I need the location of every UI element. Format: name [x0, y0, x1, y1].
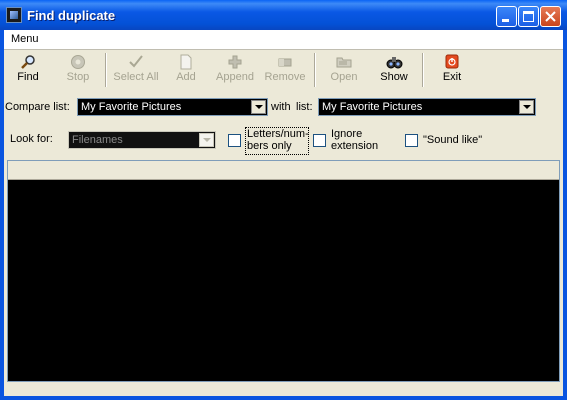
chevron-down-icon[interactable] — [519, 100, 534, 114]
letters-numbers-label[interactable]: Letters/num- bers only — [247, 128, 309, 152]
client-area: Menu Find Stop Select All Add Append Rem… — [4, 30, 563, 396]
exit-button[interactable]: Exit — [428, 52, 476, 88]
with-label: with — [271, 101, 291, 113]
open-label: Open — [330, 71, 358, 83]
show-label: Show — [380, 71, 408, 83]
eraser-icon — [278, 58, 292, 67]
magnifier-icon — [21, 55, 35, 69]
remove-button[interactable]: Remove — [261, 52, 309, 88]
letters-numbers-line2: bers only — [247, 140, 292, 152]
ignore-extension-line1: Ignore — [331, 128, 363, 140]
exit-label: Exit — [442, 71, 462, 83]
list-label: list: — [296, 101, 313, 113]
remove-label: Remove — [264, 71, 306, 83]
power-icon — [445, 54, 459, 69]
maximize-button[interactable] — [518, 6, 539, 27]
add-label: Add — [176, 71, 196, 83]
stop-button[interactable]: Stop — [54, 52, 102, 88]
with-list-value: My Favorite Pictures — [322, 101, 423, 113]
toolbar-separator — [422, 53, 424, 87]
ignore-extension-checkbox[interactable] — [313, 134, 326, 147]
look-for-value: Filenames — [72, 134, 123, 146]
find-button[interactable]: Find — [4, 52, 52, 88]
compare-list-label: Compare list: — [5, 101, 70, 113]
toolbar: Find Stop Select All Add Append Remove O… — [4, 50, 563, 90]
select-all-label: Select All — [113, 71, 159, 83]
results-header[interactable] — [8, 161, 559, 180]
sound-like-checkbox[interactable] — [405, 134, 418, 147]
menu-bar: Menu — [4, 30, 563, 50]
document-icon — [180, 54, 192, 70]
show-button[interactable]: Show — [370, 52, 418, 88]
chevron-down-icon[interactable] — [251, 100, 266, 114]
letters-numbers-checkbox[interactable] — [228, 134, 241, 147]
ignore-extension-label[interactable]: Ignore extension — [331, 128, 378, 152]
ignore-extension-line2: extension — [331, 140, 379, 152]
maximize-icon — [523, 11, 534, 22]
find-label: Find — [17, 71, 39, 83]
append-label: Append — [216, 71, 254, 83]
append-button[interactable]: Append — [211, 52, 259, 88]
open-button[interactable]: Open — [320, 52, 368, 88]
binoculars-icon — [386, 57, 403, 69]
chevron-down-icon[interactable] — [199, 133, 214, 147]
look-for-dropdown[interactable]: Filenames — [68, 131, 216, 149]
title-bar[interactable]: Find duplicate — [0, 0, 567, 30]
compare-list-dropdown[interactable]: My Favorite Pictures — [77, 98, 268, 116]
letters-numbers-line1: Letters/num- — [247, 128, 309, 140]
stop-icon — [71, 55, 85, 69]
minimize-button[interactable] — [496, 6, 517, 27]
toolbar-separator — [105, 53, 107, 87]
menu-item-menu[interactable]: Menu — [6, 31, 44, 47]
look-for-label: Look for: — [10, 133, 53, 145]
close-icon — [545, 11, 556, 22]
minimize-icon — [502, 19, 509, 22]
plus-icon — [228, 55, 242, 69]
stop-label: Stop — [66, 71, 90, 83]
app-window: Find duplicate Menu Find Stop Select All… — [0, 0, 567, 400]
select-all-button[interactable]: Select All — [109, 52, 163, 88]
window-title: Find duplicate — [27, 8, 116, 23]
results-list[interactable] — [7, 160, 560, 382]
with-list-dropdown[interactable]: My Favorite Pictures — [318, 98, 536, 116]
compare-list-value: My Favorite Pictures — [81, 101, 182, 113]
checkmark-icon — [129, 55, 143, 68]
close-button[interactable] — [540, 6, 561, 27]
toolbar-separator — [314, 53, 316, 87]
app-icon[interactable] — [6, 7, 22, 23]
add-button[interactable]: Add — [162, 52, 210, 88]
open-folder-icon — [336, 57, 352, 68]
sound-like-label[interactable]: "Sound like" — [423, 134, 482, 146]
